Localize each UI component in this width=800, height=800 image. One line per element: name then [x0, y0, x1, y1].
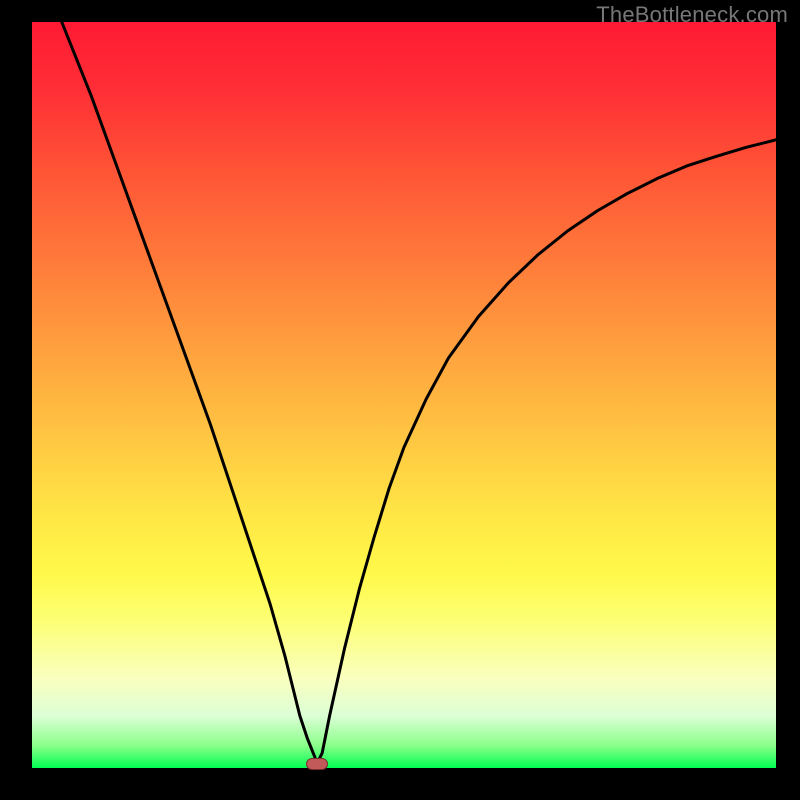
min-marker	[306, 758, 328, 770]
watermark-text: TheBottleneck.com	[596, 2, 788, 28]
bottleneck-curve	[62, 22, 776, 764]
curve-svg	[32, 22, 776, 768]
plot-area	[32, 22, 776, 768]
